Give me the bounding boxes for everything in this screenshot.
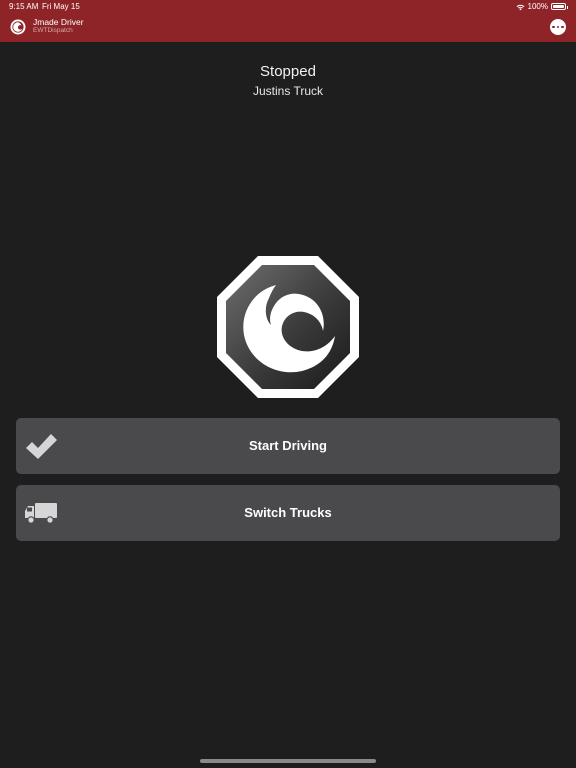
app-title: Jmade Driver [33, 17, 84, 27]
wifi-icon [516, 4, 524, 10]
more-options-icon[interactable] [550, 19, 566, 35]
app-subtitle: EWTDispatch [33, 27, 73, 34]
more-dot [552, 25, 555, 29]
start-driving-label: Start Driving [248, 438, 327, 453]
status-time: 9:15 AM [9, 2, 39, 11]
truck-name: Justins Truck [252, 84, 324, 98]
status-bar: 9:15 AM Fri May 15 100% [0, 0, 576, 14]
wave-logo-icon[interactable] [10, 19, 26, 35]
more-dot [561, 25, 564, 29]
status-indicators: 100% [516, 2, 568, 11]
switch-trucks-button[interactable]: Switch Trucks [16, 485, 560, 541]
switch-trucks-label: Switch Trucks [244, 505, 332, 520]
battery-icon [551, 3, 568, 10]
status-date: Fri May 15 [42, 2, 80, 11]
more-dot [556, 25, 560, 29]
driving-status: Stopped [260, 63, 316, 80]
app-header: 9:15 AM Fri May 15 100% Jmade Driver EWT… [0, 0, 576, 42]
start-driving-button[interactable]: Start Driving [16, 418, 560, 474]
stop-sign-logo-icon [217, 256, 359, 398]
battery-percent: 100% [527, 2, 548, 11]
home-indicator[interactable] [200, 759, 376, 763]
